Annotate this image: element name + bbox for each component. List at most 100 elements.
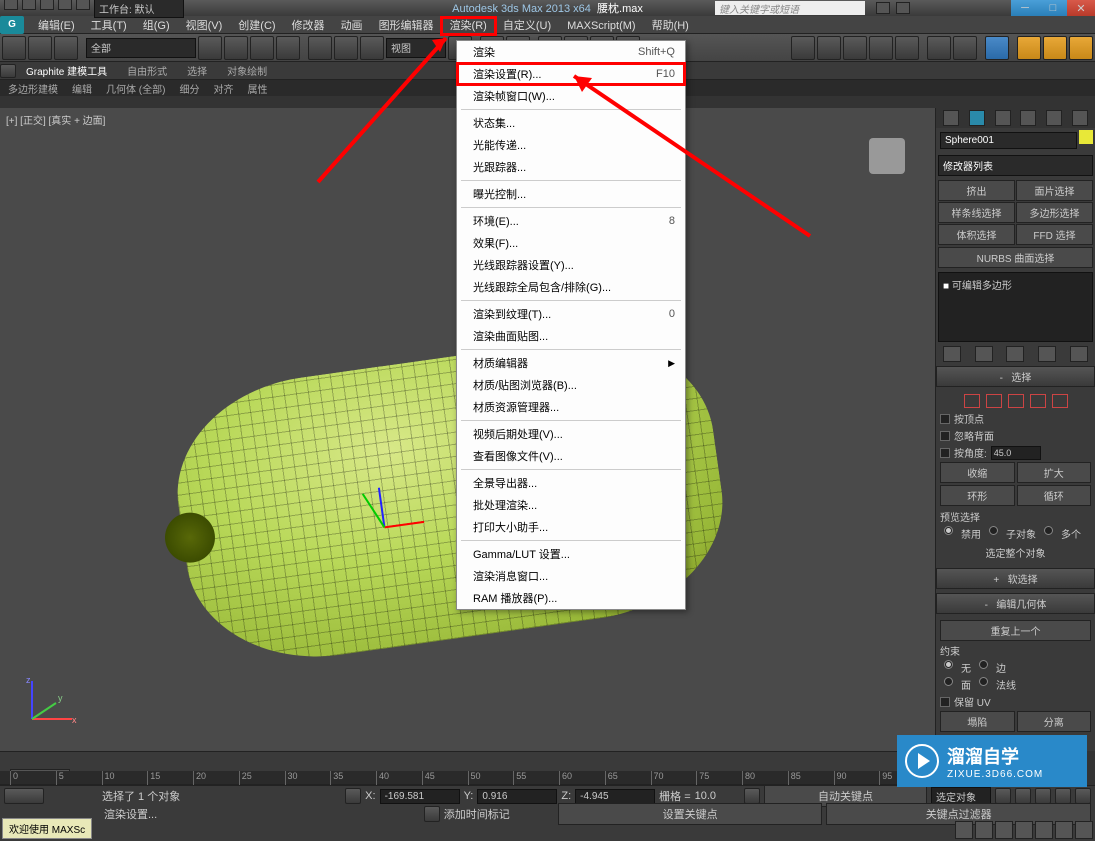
modify-tab-icon[interactable]	[969, 110, 985, 126]
prev-frame-icon[interactable]	[1015, 788, 1031, 804]
minimize-button[interactable]: ─	[1011, 0, 1039, 16]
menu-item[interactable]: 渲染Shift+Q	[457, 41, 685, 63]
create-tab-icon[interactable]	[943, 110, 959, 126]
ribbon-tab[interactable]: Graphite 建模工具	[16, 61, 117, 80]
menu-item[interactable]: 光能传递...	[457, 134, 685, 156]
ref-coord-dropdown[interactable]: 视图	[386, 38, 446, 58]
undo-button[interactable]	[2, 36, 26, 60]
pin-stack-icon[interactable]	[943, 346, 961, 362]
menu-item[interactable]: 渲染曲面贴图...	[457, 325, 685, 347]
hierarchy-tab-icon[interactable]	[995, 110, 1011, 126]
menu-修改器[interactable]: 修改器	[284, 18, 333, 34]
mirror-button[interactable]	[817, 36, 841, 60]
menu-创建(C)[interactable]: 创建(C)	[230, 18, 283, 34]
menu-item[interactable]: 全景导出器...	[457, 472, 685, 494]
window-crossing-button[interactable]	[276, 36, 300, 60]
maximize-button[interactable]: □	[1039, 0, 1067, 16]
menu-组(G)[interactable]: 组(G)	[135, 18, 178, 34]
menu-item[interactable]: 光线跟踪器设置(Y)...	[457, 254, 685, 276]
angle-spinner[interactable]: 45.0	[991, 446, 1041, 460]
menu-item[interactable]: 渲染消息窗口...	[457, 565, 685, 587]
render-frame-button[interactable]	[1043, 36, 1067, 60]
modifier-list-dropdown[interactable]: 修改器列表	[938, 155, 1093, 176]
remove-mod-icon[interactable]	[1038, 346, 1056, 362]
edit-geom-rollout[interactable]: - 编辑几何体	[936, 593, 1095, 614]
menu-item[interactable]: 效果(F)...	[457, 232, 685, 254]
loop-button[interactable]: 循环	[1017, 485, 1092, 506]
goto-start-icon[interactable]	[995, 788, 1011, 804]
tb-icon[interactable]	[22, 0, 36, 10]
select-name-button[interactable]	[224, 36, 248, 60]
ribbon-sub-item[interactable]: 编辑	[68, 81, 96, 96]
menu-item[interactable]: 批处理渲染...	[457, 494, 685, 516]
unique-icon[interactable]	[1006, 346, 1024, 362]
y-coord-field[interactable]: 0.916	[477, 789, 557, 804]
menu-item[interactable]: 渲染到纹理(T)...0	[457, 303, 685, 325]
ignore-back-checkbox[interactable]	[940, 431, 950, 441]
constrain-face-radio[interactable]	[944, 677, 953, 686]
ribbon-button[interactable]	[895, 36, 919, 60]
ribbon-tab[interactable]: 自由形式	[117, 61, 177, 80]
object-color-swatch[interactable]	[1079, 130, 1093, 144]
ribbon-tab[interactable]: 选择	[177, 61, 217, 80]
menu-帮助(H)[interactable]: 帮助(H)	[644, 18, 697, 34]
zoom-all-icon[interactable]	[975, 821, 993, 839]
selection-rollout[interactable]: - 选择	[936, 366, 1095, 387]
add-time-tag[interactable]: 添加时间标记	[444, 806, 510, 822]
tb-icon[interactable]	[40, 0, 54, 10]
menu-工具(T)[interactable]: 工具(T)	[83, 18, 135, 34]
pan-icon[interactable]	[1035, 821, 1053, 839]
show-end-icon[interactable]	[975, 346, 993, 362]
fov-icon[interactable]	[1015, 821, 1033, 839]
z-coord-field[interactable]: -4.945	[575, 789, 655, 804]
menu-自定义(U)[interactable]: 自定义(U)	[495, 18, 559, 34]
border-subobj-icon[interactable]	[1008, 394, 1024, 408]
key-icon[interactable]	[744, 788, 760, 804]
menu-item[interactable]: 渲染设置(R)...F10	[457, 63, 685, 85]
object-name-field[interactable]: Sphere001	[940, 132, 1077, 149]
workspace-dropdown[interactable]: 工作台: 默认	[94, 0, 184, 18]
nurbs-button[interactable]: NURBS 曲面选择	[938, 247, 1093, 268]
menu-item[interactable]: 查看图像文件(V)...	[457, 445, 685, 467]
timeline[interactable]: 0 / 100 05101520253035404550556065707580…	[0, 751, 935, 785]
rotate-button[interactable]	[334, 36, 358, 60]
next-frame-icon[interactable]	[1055, 788, 1071, 804]
menu-item[interactable]: 材质/贴图浏览器(B)...	[457, 374, 685, 396]
schematic-button[interactable]	[953, 36, 977, 60]
time-ruler[interactable]: 0510152025303540455055606570758085909510…	[0, 771, 935, 785]
grow-button[interactable]: 扩大	[1017, 462, 1092, 483]
goto-end-icon[interactable]	[1075, 788, 1091, 804]
zoom-icon[interactable]	[955, 821, 973, 839]
tb-icon[interactable]	[4, 0, 18, 10]
orbit-icon[interactable]	[1055, 821, 1073, 839]
modifier-button[interactable]: 样条线选择	[938, 202, 1015, 223]
preview-many-radio[interactable]	[1044, 526, 1053, 535]
menu-编辑(E)[interactable]: 编辑(E)	[30, 18, 83, 34]
maximize-vp-icon[interactable]	[1075, 821, 1093, 839]
utilities-tab-icon[interactable]	[1072, 110, 1088, 126]
menu-item[interactable]: 渲染帧窗口(W)...	[457, 85, 685, 107]
menu-item[interactable]: Gamma/LUT 设置...	[457, 543, 685, 565]
shrink-button[interactable]: 收缩	[940, 462, 1015, 483]
modifier-button[interactable]: 多边形选择	[1016, 202, 1093, 223]
constrain-normal-radio[interactable]	[979, 677, 988, 686]
time-tag-icon[interactable]	[424, 806, 440, 822]
menu-item[interactable]: 材质编辑器▶	[457, 352, 685, 374]
search-input[interactable]: 键入关键字或短语	[715, 1, 865, 15]
close-button[interactable]: ✕	[1067, 0, 1095, 16]
ribbon-tab[interactable]: 对象绘制	[217, 61, 277, 80]
ribbon-sub-item[interactable]: 几何体 (全部)	[102, 81, 169, 96]
modifier-button[interactable]: 挤出	[938, 180, 1015, 201]
menu-item[interactable]: 环境(E)...8	[457, 210, 685, 232]
align-button[interactable]	[843, 36, 867, 60]
detach-button[interactable]: 分离	[1017, 711, 1092, 732]
menu-item[interactable]: 光跟踪器...	[457, 156, 685, 178]
viewcube[interactable]	[869, 138, 905, 174]
menu-item[interactable]: 曝光控制...	[457, 183, 685, 205]
menu-item[interactable]: 打印大小助手...	[457, 516, 685, 538]
element-subobj-icon[interactable]	[1052, 394, 1068, 408]
menu-item[interactable]: 状态集...	[457, 112, 685, 134]
modifier-button[interactable]: 面片选择	[1016, 180, 1093, 201]
motion-tab-icon[interactable]	[1020, 110, 1036, 126]
play-icon[interactable]	[1035, 788, 1051, 804]
